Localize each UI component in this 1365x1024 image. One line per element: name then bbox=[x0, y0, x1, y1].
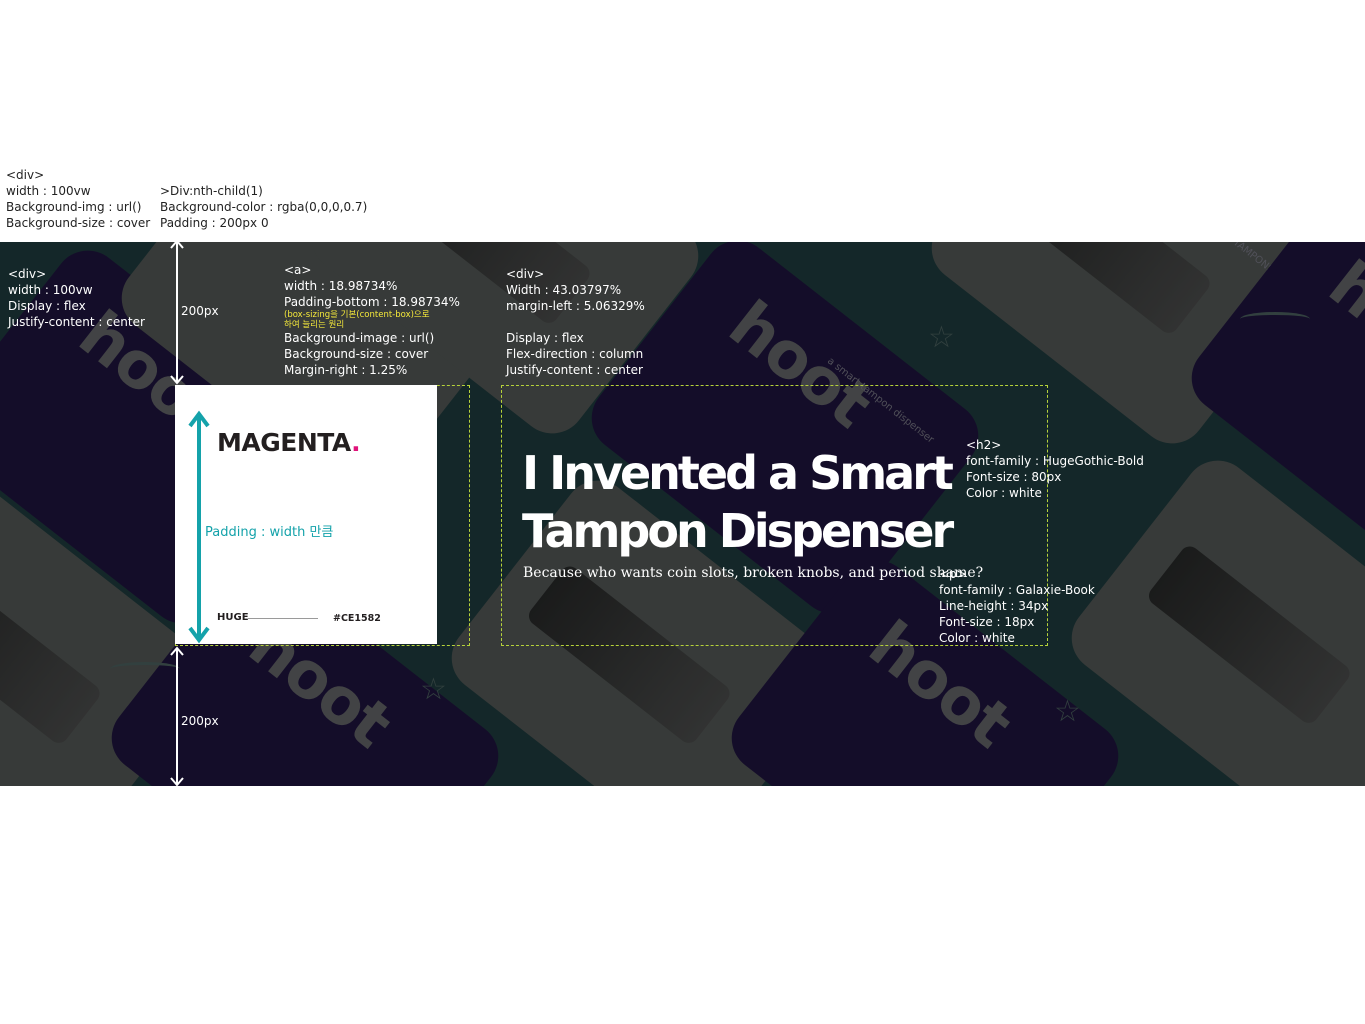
agency-label: HUGE bbox=[217, 612, 249, 623]
annotation-line: <a> bbox=[284, 263, 312, 277]
anchor-annotation: <a> width : 18.98734% Padding-bottom : 1… bbox=[284, 262, 460, 378]
annotation-line: Margin-right : 1.25% bbox=[284, 363, 408, 377]
hero-subline: Because who wants coin slots, broken kno… bbox=[523, 565, 984, 581]
brand-logo: MAGENTA. bbox=[217, 428, 361, 457]
annotation-line: Background-size : cover bbox=[284, 347, 429, 361]
annotation-line: Padding-bottom : 18.98734% bbox=[284, 295, 460, 309]
annotation-line: font-family : HugeGothic-Bold bbox=[966, 454, 1144, 468]
nth-child-annotation: >Div:nth-child(1) Background-color : rgb… bbox=[160, 183, 367, 231]
p-annotation: <p> font-family : Galaxie-Book Line-heig… bbox=[939, 566, 1095, 646]
padding-arrow-icon bbox=[188, 410, 210, 644]
annotation-line: <div> bbox=[6, 168, 45, 182]
annotation-line: Background-image : url() bbox=[284, 331, 435, 345]
annotation-line: Justify-content : center bbox=[8, 315, 145, 329]
padding-width-annotation: Padding : width 만큼 bbox=[205, 525, 334, 540]
hero-headline: I Invented a Smart Tampon Dispenser bbox=[522, 446, 954, 558]
annotation-line: font-family : Galaxie-Book bbox=[939, 583, 1095, 597]
hex-code-label: #CE1582 bbox=[333, 613, 381, 624]
annotation-line: Justify-content : center bbox=[506, 363, 643, 377]
h2-annotation: <h2> font-family : HugeGothic-Bold Font-… bbox=[966, 437, 1144, 501]
annotation-line: Color : white bbox=[939, 631, 1015, 645]
annotation-line: Color : white bbox=[966, 486, 1042, 500]
annotation-line: Flex-direction : column bbox=[506, 347, 644, 361]
annotation-line: Background-img : url() bbox=[6, 200, 142, 214]
annotation-line bbox=[506, 314, 645, 330]
annotation-line: width : 100vw bbox=[6, 184, 91, 198]
annotation-line: Line-height : 34px bbox=[939, 599, 1049, 613]
annotation-line: <div> bbox=[8, 267, 47, 281]
text-div-annotation: <div> Width : 43.03797% margin-left : 5.… bbox=[506, 266, 645, 378]
annotation-line: Display : flex bbox=[506, 331, 584, 345]
project-card[interactable] bbox=[175, 385, 437, 644]
annotation-line: Background-size : cover bbox=[6, 216, 151, 230]
brand-dot: . bbox=[351, 428, 361, 457]
annotation-line: <p> bbox=[939, 567, 967, 581]
annotation-line: width : 18.98734% bbox=[284, 279, 398, 293]
annotation-note: 하여 늘리는 원리 bbox=[284, 320, 345, 330]
padding-bottom-label: 200px bbox=[181, 714, 219, 728]
annotation-line: Background-color : rgba(0,0,0,0.7) bbox=[160, 200, 368, 214]
annotation-line: Font-size : 18px bbox=[939, 615, 1035, 629]
annotation-line: Padding : 200px 0 bbox=[160, 216, 269, 230]
annotation-line: >Div:nth-child(1) bbox=[160, 184, 263, 198]
padding-top-label: 200px bbox=[181, 304, 219, 318]
annotation-line: margin-left : 5.06329% bbox=[506, 299, 645, 313]
annotation-line: Font-size : 80px bbox=[966, 470, 1062, 484]
annotation-line: <div> bbox=[506, 267, 545, 281]
card-divider bbox=[248, 618, 318, 619]
outer-div-annotation: <div> width : 100vw Background-img : url… bbox=[6, 167, 150, 231]
annotation-line: width : 100vw bbox=[8, 283, 93, 297]
annotation-line: Display : flex bbox=[8, 299, 86, 313]
annotation-note: (box-sizing을 기본(content-box)으로 bbox=[284, 310, 430, 320]
brand-name: MAGENTA bbox=[217, 428, 352, 457]
annotation-line: Width : 43.03797% bbox=[506, 283, 622, 297]
annotation-line: <h2> bbox=[966, 438, 1002, 452]
flex-div-annotation: <div> width : 100vw Display : flex Justi… bbox=[8, 266, 145, 330]
